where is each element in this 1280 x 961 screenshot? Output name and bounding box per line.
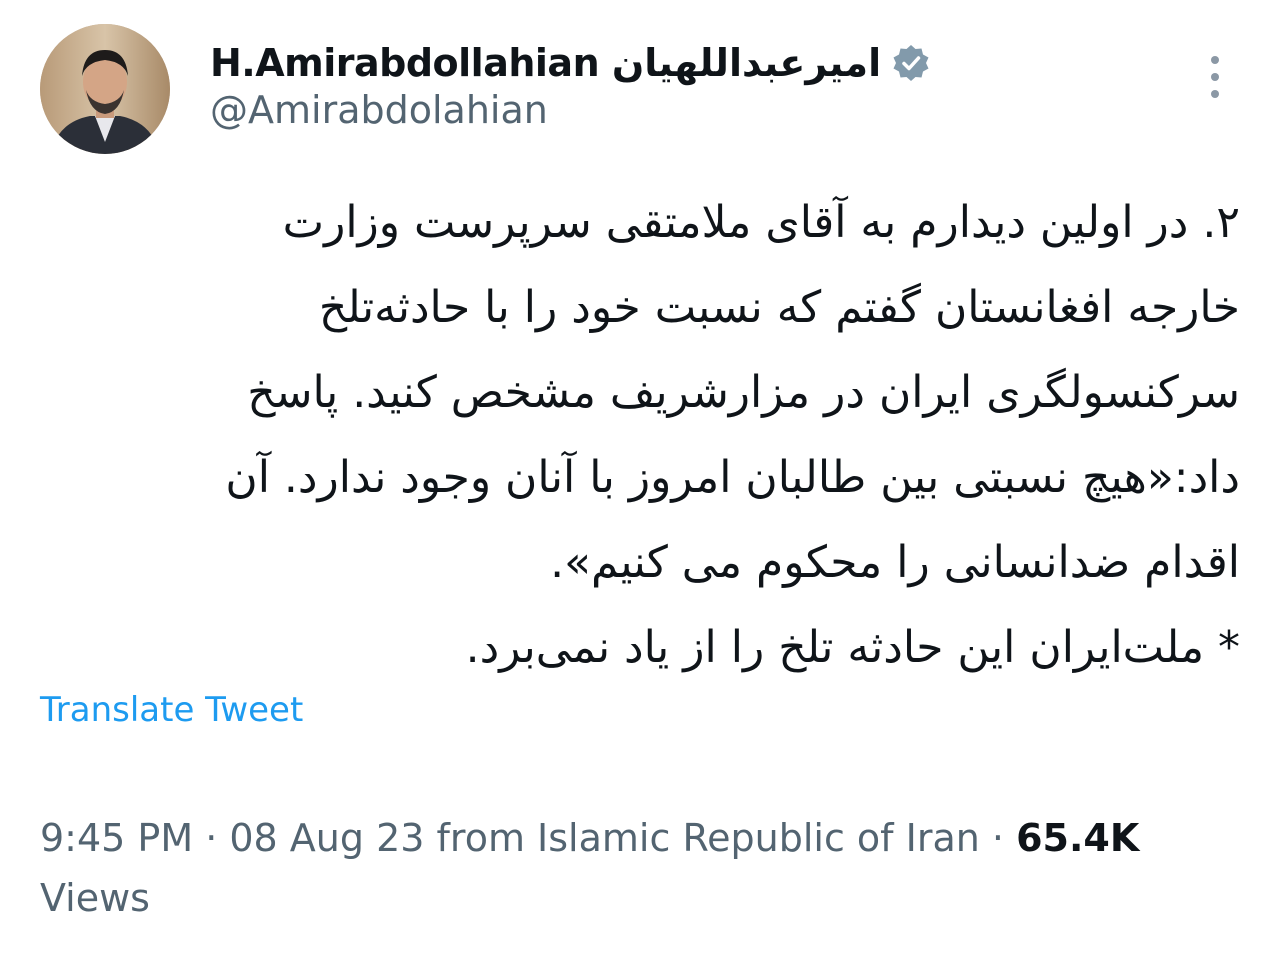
author-avatar[interactable] (40, 24, 170, 154)
more-vertical-icon-dot (1211, 73, 1219, 81)
author-name-row[interactable]: H.Amirabdollahian امیرعبداللهیان (210, 36, 931, 90)
views-count[interactable]: 65.4K (1016, 816, 1139, 860)
author-display-name[interactable]: H.Amirabdollahian امیرعبداللهیان (210, 41, 882, 85)
tweet-line: ۲. در اولین دیدارم به آقای ملامتقی سرپرس… (282, 197, 1240, 248)
meta-separator: · (979, 816, 1017, 860)
more-options-button[interactable] (1198, 52, 1232, 102)
meta-separator: · (193, 816, 230, 860)
tweet-line: اقدام ضدانسانی را محکوم می کنیم». (550, 537, 1240, 588)
views-label: Views (40, 876, 150, 920)
tweet-source: from Islamic Republic of Iran (424, 816, 980, 860)
tweet-line: خارجه افغانستان گفتم که نسبت خود را با ح… (318, 282, 1240, 333)
tweet-card: H.Amirabdollahian امیرعبداللهیان @Amirab… (0, 0, 1280, 961)
tweet-body: ۲. در اولین دیدارم به آقای ملامتقی سرپرس… (40, 180, 1240, 690)
tweet-line: سرکنسولگری ایران در مزارشریف مشخص کنید. … (247, 367, 1240, 418)
tweet-line: * ملت‌ایران این حادثه تلخ را از یاد نمی‌… (465, 622, 1240, 673)
tweet-metadata: 9:45 PM · 08 Aug 23 from Islamic Republi… (40, 808, 1230, 928)
tweet-time[interactable]: 9:45 PM (40, 816, 193, 860)
tweet-date[interactable]: 08 Aug 23 (229, 816, 424, 860)
translate-tweet-link[interactable]: Translate Tweet (40, 690, 303, 730)
author-handle[interactable]: @Amirabdolahian (210, 88, 548, 132)
tweet-line: داد:«هیچ نسبتی بین طالبان امروز با آنان … (225, 452, 1240, 503)
profile-photo (40, 24, 170, 154)
more-vertical-icon (1211, 56, 1219, 64)
more-vertical-icon-dot (1211, 90, 1219, 98)
verified-badge-icon (891, 43, 931, 83)
